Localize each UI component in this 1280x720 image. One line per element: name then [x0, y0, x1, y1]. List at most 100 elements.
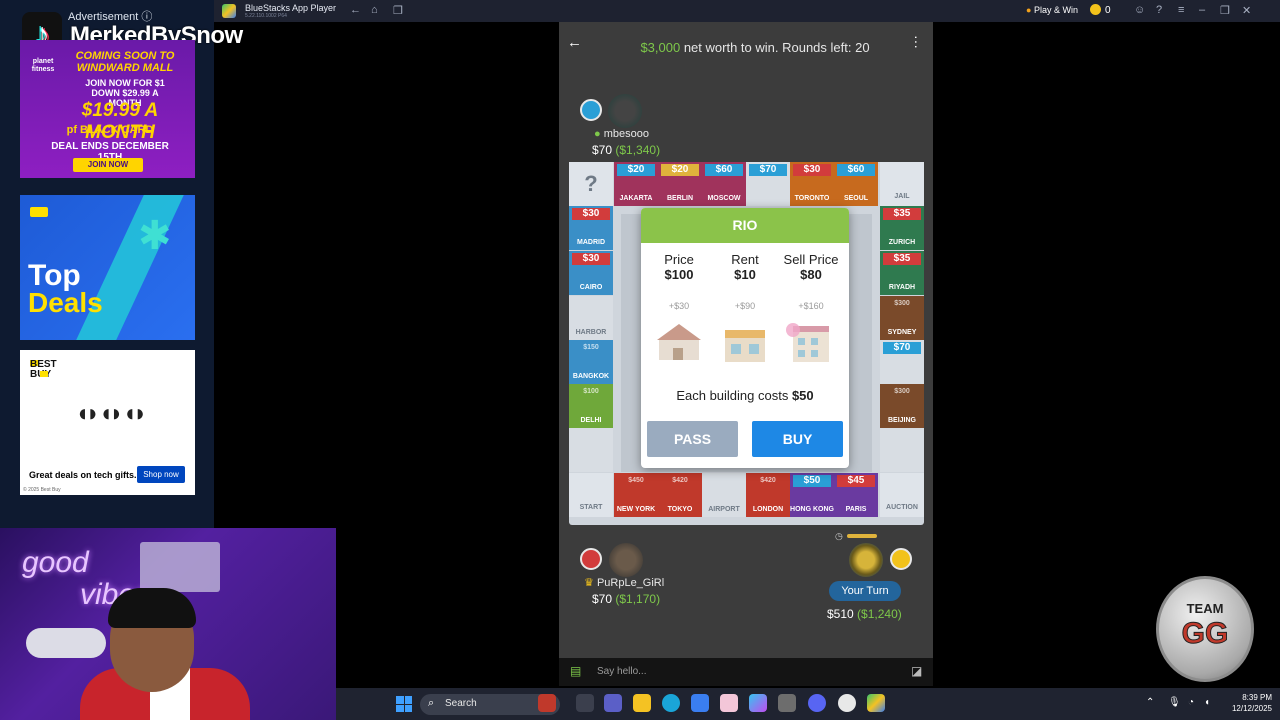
taskbar-clock[interactable]: 8:39 PM 12/12/2025 [1222, 692, 1272, 714]
tile-name: JAKARTA [619, 195, 653, 202]
tile-name: MOSCOW [707, 195, 741, 202]
goal-amount: $3,000 [640, 40, 681, 55]
coin-icon [1090, 4, 1101, 15]
sticker-icon[interactable]: ◪ [911, 664, 922, 678]
price-column: Price $100 [644, 252, 714, 282]
board-tile[interactable]: $30 MADRID [569, 206, 613, 250]
tile-price: $420 [760, 477, 776, 484]
board-tile[interactable]: $100 DELHI [569, 384, 613, 428]
board-tile[interactable]: $420 TOKYO [658, 473, 702, 517]
file-explorer-icon[interactable] [633, 694, 651, 712]
minimize-icon[interactable]: – [1199, 4, 1205, 16]
board-tile[interactable]: $300 BEIJING [880, 384, 924, 428]
tile-price: $450 [628, 477, 644, 484]
task-view-icon[interactable] [576, 694, 594, 712]
app-title: BlueStacks App Player [245, 3, 337, 13]
tile-price: $70 [883, 342, 921, 354]
building-cost-text: Each building costs [676, 388, 792, 403]
board-tile[interactable]: HARBOR [569, 296, 613, 340]
help-icon[interactable]: ? [1156, 4, 1162, 16]
windows-start-icon[interactable] [396, 696, 412, 712]
clock-date: 12/12/2025 [1231, 704, 1272, 713]
play-win-button[interactable]: ● Play & Win [1026, 5, 1078, 15]
board-tile[interactable]: $70 [880, 340, 924, 384]
obs-icon[interactable] [838, 694, 856, 712]
tile-price: $150 [583, 344, 599, 351]
board-tile[interactable]: $30 CAIRO [569, 251, 613, 295]
board-tile[interactable]: $70 [746, 162, 790, 206]
more-options-icon[interactable]: ··· [909, 35, 925, 49]
board-tile[interactable]: $45 PARIS [834, 473, 878, 517]
board-tile[interactable] [569, 428, 613, 472]
hamburger-menu-icon[interactable]: ≡ [1178, 4, 1184, 16]
settings-icon[interactable] [778, 694, 796, 712]
back-arrow-icon[interactable]: ← [350, 4, 361, 16]
turn-timer-bar [847, 534, 877, 538]
board-tile[interactable]: $420 LONDON [746, 473, 790, 517]
board-tile[interactable]: $450 NEW YORK [614, 473, 658, 517]
best-buy-ad[interactable]: BEST BUY ◖◗ ◖◗ ◖◗ Great deals on tech gi… [20, 350, 195, 495]
board-tile[interactable]: AIRPORT [702, 473, 746, 517]
teams-icon[interactable] [604, 694, 622, 712]
tile-price: $300 [894, 388, 910, 395]
board-tile[interactable]: $20 BERLIN [658, 162, 702, 206]
board-tile[interactable]: $35 ZURICH [880, 206, 924, 250]
board-corner-bottom-right[interactable]: AUCTION [880, 473, 924, 517]
chat-input[interactable]: Say hello... [597, 666, 646, 677]
board-corner-top-right[interactable]: JAIL [880, 162, 924, 206]
restore-icon[interactable]: ❐ [1220, 4, 1230, 17]
avatar[interactable] [609, 543, 643, 577]
chat-icon[interactable]: ▤ [570, 664, 581, 678]
board-tile[interactable]: $30 TORONTO [790, 162, 834, 206]
board-tile[interactable]: $150 BANGKOK [569, 340, 613, 384]
pass-button[interactable]: PASS [647, 421, 738, 457]
coin-balance[interactable]: 0 [1090, 4, 1111, 16]
board-tile[interactable]: $20 JAKARTA [614, 162, 658, 206]
bow-icon: ✱ [138, 214, 172, 258]
volume-icon[interactable]: ◖ [1204, 697, 1210, 708]
board-tile[interactable] [880, 428, 924, 472]
player-token-yellow [890, 548, 912, 570]
shop-now-button[interactable]: Shop now [137, 466, 185, 483]
tile-name: BEIJING [887, 417, 916, 424]
join-now-button[interactable]: JOIN NOW [73, 158, 143, 172]
store-icon[interactable] [691, 694, 709, 712]
my-money: $510 ($1,240) [827, 607, 902, 621]
home-icon[interactable]: ⌂ [371, 4, 378, 16]
discord-icon[interactable] [808, 694, 826, 712]
close-icon[interactable]: ✕ [1242, 4, 1251, 17]
background-shelf [140, 542, 220, 592]
board-tile[interactable]: $60 MOSCOW [702, 162, 746, 206]
tile-name: MADRID [577, 239, 605, 246]
clipchamp-icon[interactable] [720, 694, 738, 712]
tile-name: DELHI [580, 417, 602, 424]
board-tile[interactable]: $300 SYDNEY [880, 296, 924, 340]
wifi-icon[interactable]: ◔ [1188, 697, 1194, 708]
board-corner-top-left[interactable]: ? [569, 162, 613, 206]
avatar[interactable] [608, 94, 642, 128]
board-tile[interactable]: $50 HONG KONG [790, 473, 834, 517]
tile-name: HONG KONG [790, 506, 834, 513]
board-tile[interactable]: $35 RIYADH [880, 251, 924, 295]
best-buy-logo-text: BEST BUY [30, 359, 57, 380]
taskbar-widget-icon[interactable] [538, 694, 556, 712]
tile-price: $30 [793, 164, 831, 176]
top-deals-ad[interactable]: ✱ Top Deals [20, 195, 195, 340]
edge-icon[interactable] [662, 694, 680, 712]
microphone-icon[interactable]: 🎙 [1168, 697, 1181, 708]
avatar[interactable]: ☺ [1134, 4, 1145, 16]
player-left-name: ♛ PuRpLe_GiRl [584, 576, 664, 589]
board-tile[interactable]: $60 SEOUL [834, 162, 878, 206]
back-arrow-icon[interactable]: ← [567, 34, 582, 51]
chevron-up-icon[interactable]: ⌃ [1146, 697, 1154, 708]
tile-name: CAIRO [579, 284, 603, 291]
avatar[interactable] [849, 543, 883, 577]
multi-instance-icon[interactable]: ❐ [393, 4, 403, 17]
buy-button[interactable]: BUY [752, 421, 843, 457]
bluestacks-taskbar-icon[interactable] [867, 694, 885, 712]
board-corner-bottom-left[interactable]: START [569, 473, 613, 517]
goal-banner: $3,000 net worth to win. Rounds left: 20 [600, 40, 910, 55]
copilot-icon[interactable] [749, 694, 767, 712]
upgrade-increment: +$160 [798, 301, 824, 311]
planet-fitness-ad[interactable]: planet fitness COMING SOON TO WINDWARD M… [20, 40, 195, 178]
